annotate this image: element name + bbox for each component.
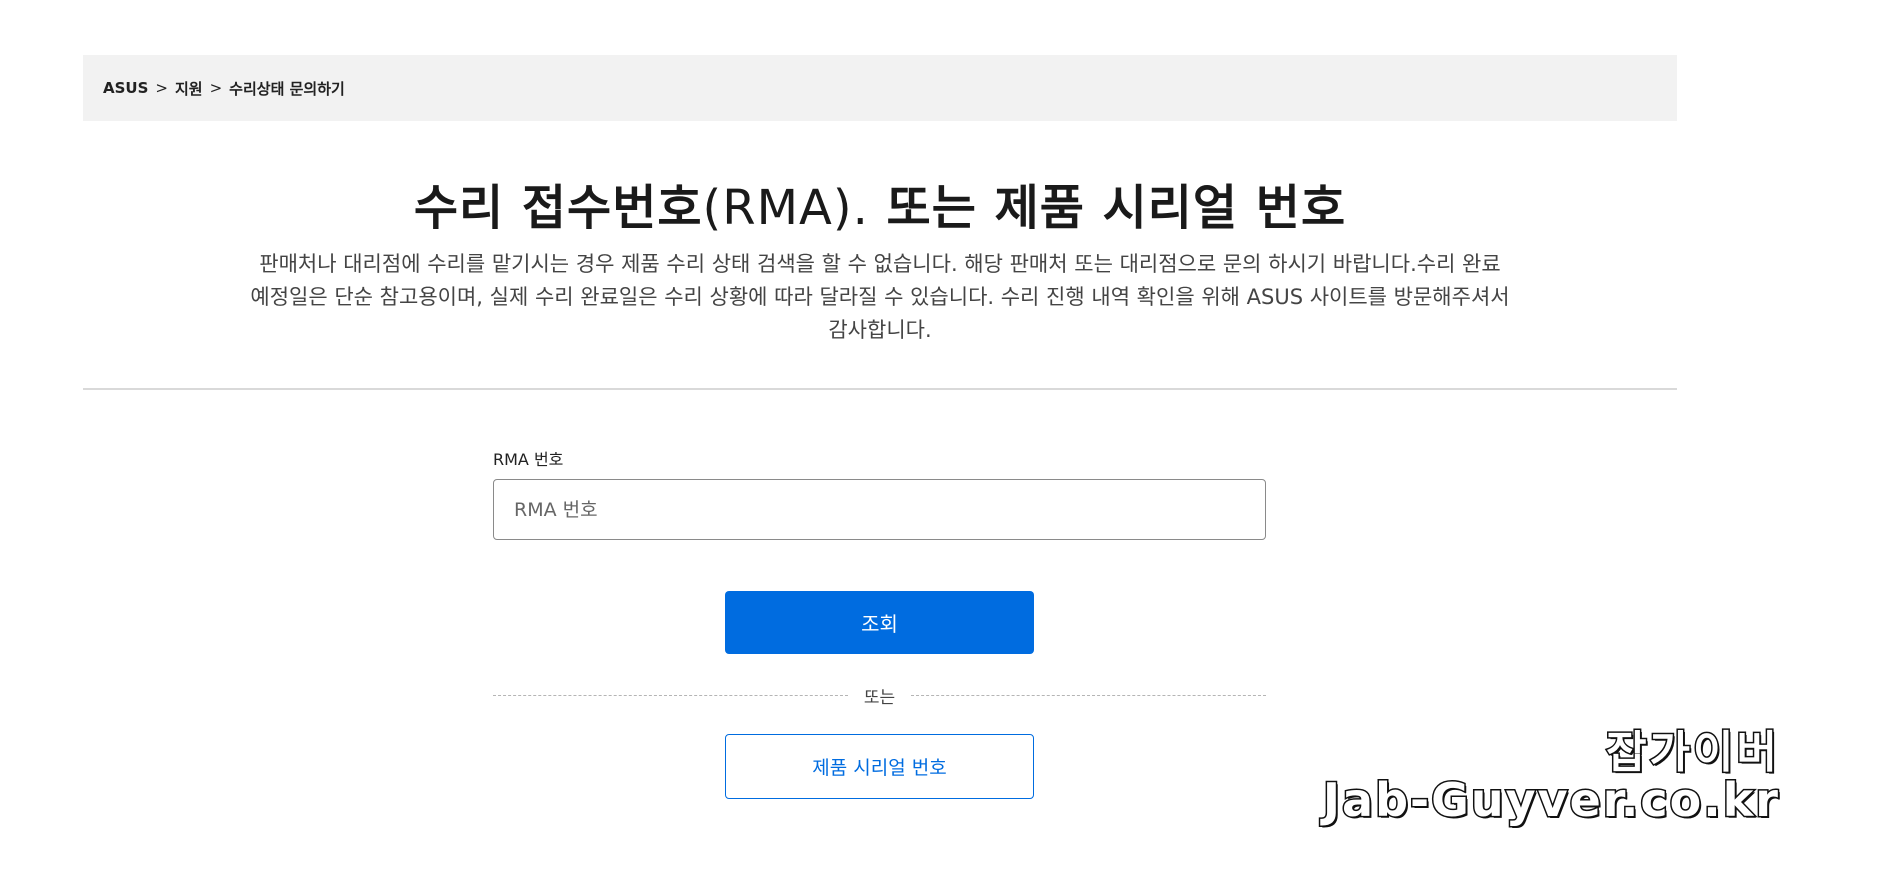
page-title-suffix: 또는 제품 시리얼 번호 [868,180,1347,236]
breadcrumb-item-support[interactable]: 지원 [175,78,203,99]
breadcrumb-separator: > [209,79,223,97]
or-separator-text: 또는 [863,687,896,708]
search-button[interactable]: 조회 [725,591,1034,654]
breadcrumb: ASUS > 지원 > 수리상태 문의하기 [83,55,1677,121]
page: ASUS > 지원 > 수리상태 문의하기 수리 접수번호(RMA). 또는 제… [0,0,1880,889]
description-line-3: 감사합니다. [828,318,932,342]
watermark-name: 잡가이버 [1605,727,1780,778]
watermark: 잡가이버 Jab-Guyver.co.kr [1321,727,1780,828]
page-title-prefix: 수리 접수번호 [413,180,703,236]
page-title-rma: (RMA). [702,180,869,236]
or-separator-line-left [493,694,848,696]
breadcrumb-item-asus[interactable]: ASUS [103,79,148,97]
page-title: 수리 접수번호(RMA). 또는 제품 시리얼 번호 [83,168,1677,238]
or-separator-line-right [911,694,1266,696]
description-line-1: 판매처나 대리점에 수리를 맡기시는 경우 제품 수리 상태 검색을 할 수 없… [259,252,1501,276]
breadcrumb-separator: > [155,79,168,97]
page-description: 판매처나 대리점에 수리를 맡기시는 경우 제품 수리 상태 검색을 할 수 없… [100,248,1660,347]
breadcrumb-item-repair-status[interactable]: 수리상태 문의하기 [229,78,345,99]
watermark-url: Jab-Guyver.co.kr [1321,773,1780,828]
rma-number-input[interactable] [493,479,1266,540]
or-separator: 또는 [493,683,1266,708]
section-divider [83,388,1677,390]
description-line-2: 예정일은 단순 참고용이며, 실제 수리 완료일은 수리 상황에 따라 달라질 … [250,285,1510,309]
rma-number-label: RMA 번호 [493,450,564,469]
product-serial-number-button[interactable]: 제품 시리얼 번호 [725,734,1034,799]
